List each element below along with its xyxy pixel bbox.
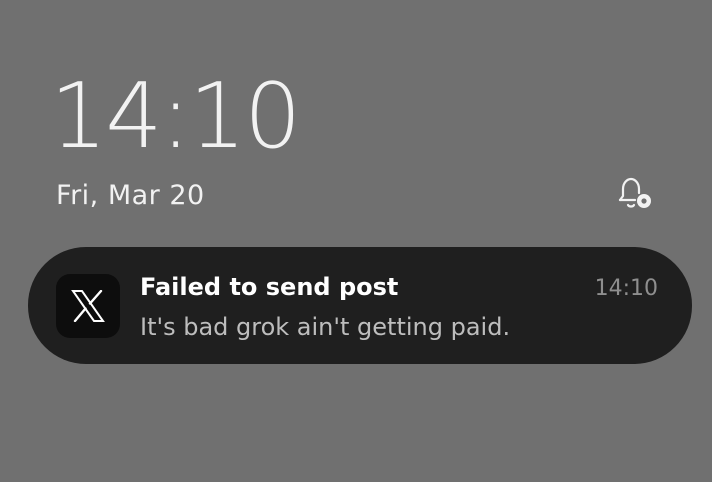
- notification-body: It's bad grok ain't getting paid.: [140, 313, 511, 341]
- lockscreen-clock: 14:10: [50, 64, 301, 169]
- app-icon: [56, 274, 120, 338]
- notification-title: Failed to send post: [140, 273, 399, 301]
- lockscreen-date: Fri, Mar 20: [56, 180, 205, 211]
- x-logo-icon: [71, 290, 105, 322]
- notification-time: 14:10: [594, 276, 658, 301]
- bell-gear-icon: [618, 177, 651, 208]
- notification-settings-button[interactable]: [614, 174, 656, 214]
- notification-card[interactable]: Failed to send post It's bad grok ain't …: [28, 247, 692, 364]
